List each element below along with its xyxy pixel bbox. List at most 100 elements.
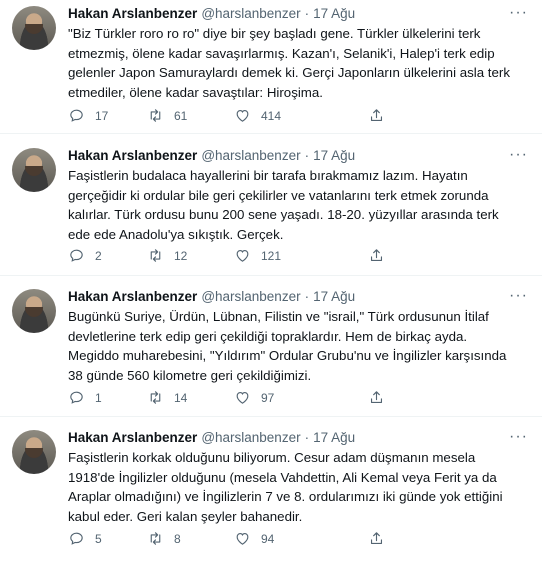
retweet-count: 8 <box>174 531 181 546</box>
share-icon <box>370 532 383 545</box>
author-name[interactable]: Hakan Arslanbenzer <box>68 148 197 163</box>
author-handle[interactable]: @harslanbenzer <box>201 430 300 445</box>
more-icon[interactable]: ··· <box>509 4 528 22</box>
tweet-text-line: 1918'de İngilizler olduğunu (mesela Vahd… <box>68 469 497 485</box>
retweet-icon <box>150 109 161 122</box>
more-icon[interactable]: ··· <box>509 428 528 446</box>
tweet[interactable]: Hakan Arslanbenzer @harslanbenzer · 17 Ağu … <box>0 0 542 134</box>
share-button[interactable] <box>368 247 395 264</box>
separator-dot: · <box>304 148 310 163</box>
more-icon[interactable]: ··· <box>509 146 528 164</box>
tweet-text-line: Araplar olmadığını) ve İngilizlerin 7 ve… <box>68 489 503 504</box>
reply-count: 5 <box>95 531 102 546</box>
reply-button[interactable]: 1 <box>68 389 102 406</box>
author-name[interactable]: Hakan Arslanbenzer <box>68 6 197 21</box>
tweet-text-line: kalırlar. Türk ordusu bunu 200 sene yaşa… <box>68 207 499 222</box>
like-button[interactable]: 121 <box>234 247 281 264</box>
separator-dot: · <box>304 289 310 304</box>
share-icon <box>370 391 383 404</box>
tweet-text: "Biz Türkler roro ro ro" diye bir şey ba… <box>68 24 520 102</box>
tweet-text: Faşistlerin budalaca hayallerini bir tar… <box>68 166 520 244</box>
like-count: 97 <box>261 390 275 405</box>
tweet-text-line: Bugünkü Suriye, Ürdün, Lübnan, Filistin … <box>68 309 489 324</box>
reply-icon <box>70 391 83 404</box>
heart-icon <box>236 109 249 122</box>
share-icon <box>370 249 383 262</box>
reply-count: 2 <box>95 248 102 263</box>
tweet-header: Hakan Arslanbenzer @harslanbenzer · 17 Ağu <box>68 6 502 21</box>
reply-icon <box>70 109 83 122</box>
like-count: 414 <box>261 108 282 123</box>
tweet-feed: Hakan Arslanbenzer @harslanbenzer · 17 Ağu … <box>0 0 542 566</box>
retweet-button[interactable]: 14 <box>147 389 187 406</box>
reply-count: 17 <box>95 108 109 123</box>
retweet-count: 61 <box>174 108 188 123</box>
like-count: 121 <box>261 248 282 263</box>
author-handle[interactable]: @harslanbenzer <box>201 289 300 304</box>
tweet-actions: 17 61 414 <box>68 107 458 127</box>
tweet-text-line: Faşistlerin budalaca hayallerini bir tar… <box>68 168 468 183</box>
reply-button[interactable]: 17 <box>68 107 108 124</box>
tweet-text-line: kabul eder. Geri kalan şeyler bahanedir. <box>68 508 303 524</box>
tweet-text-line: Megiddo muharebesini, "Yıldırım" Ordular… <box>68 348 507 363</box>
like-button[interactable]: 97 <box>234 389 274 406</box>
reply-button[interactable]: 2 <box>68 247 102 264</box>
tweet-date[interactable]: 17 Ağu <box>313 148 355 163</box>
tweet-text-line: etmezmiş, ölene kadar savaşırlarmış. Kaz… <box>68 45 495 61</box>
tweet-text: Bugünkü Suriye, Ürdün, Lübnan, Filistin … <box>68 307 520 385</box>
like-button[interactable]: 94 <box>234 530 274 547</box>
author-name[interactable]: Hakan Arslanbenzer <box>68 289 197 304</box>
retweet-button[interactable]: 61 <box>147 107 187 124</box>
retweet-button[interactable]: 12 <box>147 247 187 264</box>
share-button[interactable] <box>368 530 395 547</box>
separator-dot: · <box>304 430 310 445</box>
author-name[interactable]: Hakan Arslanbenzer <box>68 430 197 445</box>
like-count: 94 <box>261 531 275 546</box>
tweet-text-line: etmediler, ölene kadar savaştılar: Hiroş… <box>68 84 323 100</box>
tweet-header: Hakan Arslanbenzer @harslanbenzer · 17 Ağu <box>68 430 502 445</box>
heart-icon <box>236 391 249 404</box>
more-icon[interactable]: ··· <box>509 287 528 305</box>
retweet-button[interactable]: 8 <box>147 530 181 547</box>
like-button[interactable]: 414 <box>234 107 281 124</box>
tweet-text-line: gelenler Japon Samuraylardı demek ki. Ge… <box>68 65 510 80</box>
share-icon <box>370 109 383 122</box>
tweet-text-line: "Biz Türkler roro ro ro" diye bir şey ba… <box>68 26 481 41</box>
retweet-icon <box>150 532 161 545</box>
share-button[interactable] <box>368 107 395 124</box>
tweet-date[interactable]: 17 Ağu <box>313 289 355 304</box>
tweet[interactable]: Hakan Arslanbenzer @harslanbenzer · 17 Ağu … <box>0 424 542 566</box>
tweet[interactable]: Hakan Arslanbenzer @harslanbenzer · 17 Ağu … <box>0 283 542 417</box>
retweet-count: 12 <box>174 248 188 263</box>
avatar[interactable] <box>12 6 56 50</box>
reply-icon <box>70 532 83 545</box>
tweet-text-line: ede ede Anadolu'ya sıkıştık. Gerçek. <box>68 226 284 242</box>
heart-icon <box>236 532 249 545</box>
retweet-icon <box>150 391 161 404</box>
author-handle[interactable]: @harslanbenzer <box>201 148 300 163</box>
tweet-text-line: gerçeğidir ki ordular bile geri çekilirl… <box>68 187 489 203</box>
retweet-icon <box>150 249 161 262</box>
reply-icon <box>70 249 83 262</box>
tweet-text-line: devletlerine terk edip geri çekildiği to… <box>68 328 468 344</box>
reply-button[interactable]: 5 <box>68 530 102 547</box>
tweet-header: Hakan Arslanbenzer @harslanbenzer · 17 Ağu <box>68 289 502 304</box>
author-handle[interactable]: @harslanbenzer <box>201 6 300 21</box>
avatar[interactable] <box>12 148 56 192</box>
avatar[interactable] <box>12 430 56 474</box>
share-button[interactable] <box>368 389 395 406</box>
tweet-actions: 1 14 97 <box>68 389 458 409</box>
tweet-actions: 5 8 94 <box>68 530 458 550</box>
avatar[interactable] <box>12 289 56 333</box>
tweet-text: Faşistlerin korkak olduğunu biliyorum. C… <box>68 448 520 526</box>
separator-dot: · <box>304 6 310 21</box>
tweet-actions: 2 12 121 <box>68 247 458 267</box>
heart-icon <box>236 249 249 262</box>
tweet-date[interactable]: 17 Ağu <box>313 430 355 445</box>
tweet-text-line: Faşistlerin korkak olduğunu biliyorum. C… <box>68 450 476 465</box>
tweet[interactable]: Hakan Arslanbenzer @harslanbenzer · 17 Ağu … <box>0 142 542 276</box>
tweet-date[interactable]: 17 Ağu <box>313 6 355 21</box>
tweet-header: Hakan Arslanbenzer @harslanbenzer · 17 Ağu <box>68 148 502 163</box>
reply-count: 1 <box>95 390 102 405</box>
tweet-text-line: 38 günde 560 kilometre geri çekildiğimiz… <box>68 367 312 383</box>
